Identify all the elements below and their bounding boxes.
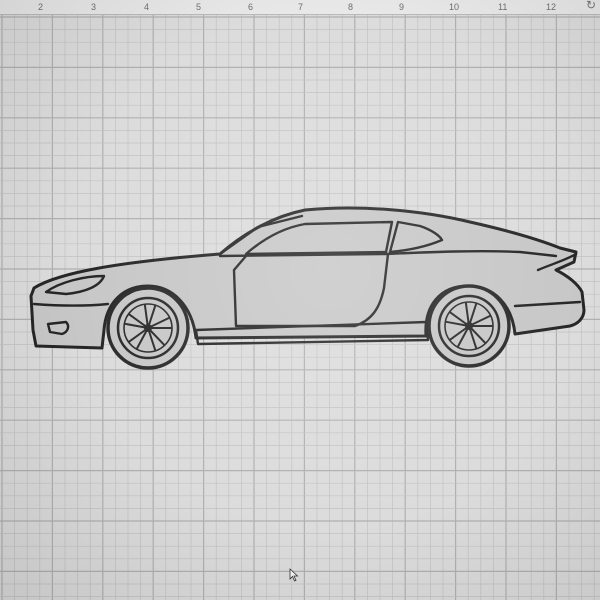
ruler-mark-3: 3 bbox=[91, 2, 97, 12]
ruler-mark-2: 2 bbox=[38, 2, 44, 12]
ruler-mark-7: 7 bbox=[298, 2, 304, 12]
ruler-mark-6: 6 bbox=[248, 2, 254, 12]
front-wheel bbox=[106, 286, 190, 370]
rear-wheel bbox=[427, 284, 511, 368]
refresh-icon[interactable]: ↻ bbox=[586, 0, 596, 12]
mouse-cursor-icon bbox=[289, 568, 299, 582]
ruler-mark-12: 12 bbox=[546, 2, 557, 12]
ruler-mark-8: 8 bbox=[348, 2, 354, 12]
ruler-mark-9: 9 bbox=[399, 2, 405, 12]
ruler-mark-10: 10 bbox=[449, 2, 460, 12]
design-workspace: 2 3 4 5 6 7 8 9 10 11 12 ↻ bbox=[0, 0, 600, 600]
ruler-mark-11: 11 bbox=[498, 2, 508, 12]
car-design-object[interactable] bbox=[0, 15, 600, 600]
canvas-grid[interactable] bbox=[0, 15, 600, 600]
ruler-mark-4: 4 bbox=[144, 2, 150, 12]
top-ruler[interactable]: 2 3 4 5 6 7 8 9 10 11 12 ↻ bbox=[0, 0, 600, 15]
ruler-mark-5: 5 bbox=[196, 2, 202, 12]
